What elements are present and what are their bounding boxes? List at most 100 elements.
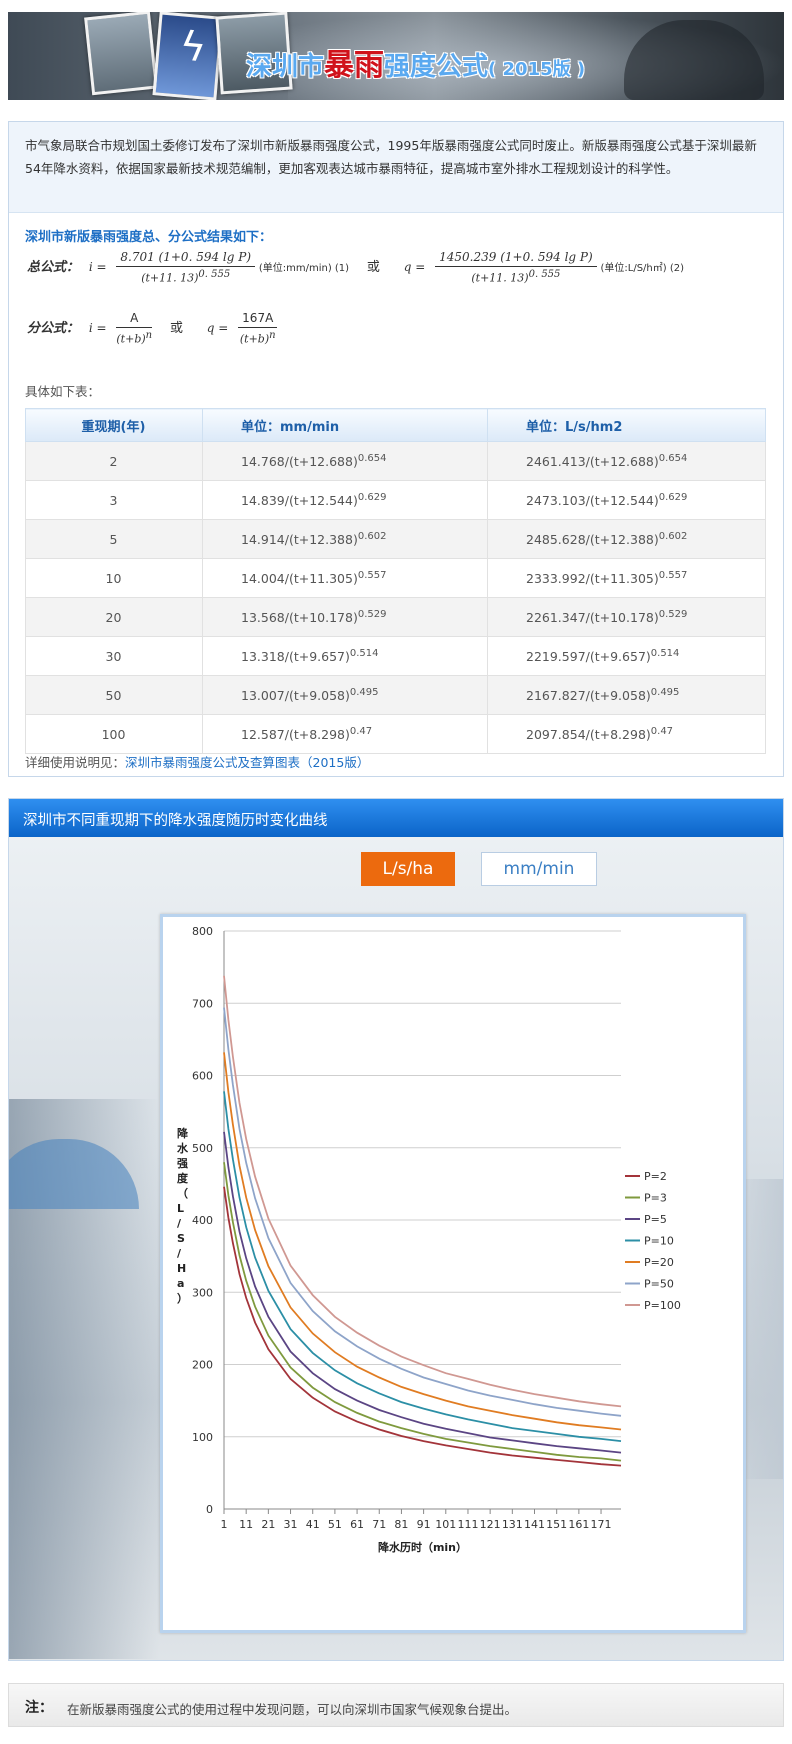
legend-label: P=50 [644,1278,674,1291]
detail-prefix: 详细使用说明见： [25,755,126,770]
cell-period: 2 [25,441,203,481]
x-tick-label: 151 [546,1518,567,1531]
total-or-1: 或 [366,259,380,275]
sub-q-exponent: n [269,330,276,341]
y-tick-label: 0 [206,1503,213,1516]
total-i-den-text: (t+11. 13) [141,271,199,285]
cell-ls-exp: 0.629 [658,491,688,503]
cell-mm-exp: 0.495 [349,686,379,698]
cell-period: 3 [25,480,203,520]
sub-i-fraction: A (t+b)n [116,311,153,346]
intensity-chart: 01002003004005006007008001 11 21 31 41 51 61 71… [177,925,681,1554]
total-q-denominator: (t+11. 13)0. 555 [435,267,597,285]
series-line [223,1162,622,1462]
banner-title-version: ( 2015版 ) [488,59,586,80]
cell-ls: 2219.597/(t+9.657)0.514 [487,636,766,676]
col-header-mm: 单位：mm/min [202,408,488,442]
sub-i-exponent: n [145,330,153,341]
x-tick-label: 171 [591,1518,612,1531]
x-tick-label: 61 [350,1518,364,1531]
total-q-fraction: 1450.239 (1+0. 594 lg P) (t+11. 13)0. 55… [435,250,597,285]
footer-text: 在新版暴雨强度公式的使用过程中发现问题，可以向深圳市国家气候观象台提出。 [67,1702,518,1717]
table-intro: 具体如下表： [25,384,101,399]
cell-mm-exp: 0.602 [357,530,387,542]
cell-period: 5 [25,519,203,559]
table-row: 3 14.839/(t+12.544)0.629 2473.103/(t+12.54… [25,480,766,520]
cell-ls-exp: 0.557 [658,569,688,581]
intro-box: 市气象局联合市规划国土委修订发布了深圳市新版暴雨强度公式，1995年版暴雨强度公… [9,122,783,213]
col-header-ls: 单位：L/s/hm2 [487,408,766,442]
series-line [223,1007,622,1417]
total-formula-label: 总公式： [27,259,80,275]
x-tick-label: 161 [568,1518,589,1531]
formula-table: 重现期(年) 单位：mm/min 单位：L/s/hm2 2 14.768/(t+1… [25,408,766,754]
chart-frame: 0 100 200 300 400 500 600 700 800 1 11 21 31 41 51 61 71… [160,914,746,1633]
sub-q-denominator: (t+b)n [238,328,277,346]
cell-mm: 14.914/(t+12.388)0.602 [202,519,488,559]
x-tick-label: 1 [221,1518,228,1531]
cell-mm-base: 14.914/(t+12.388) [241,532,358,548]
cell-ls-exp: 0.495 [650,686,680,698]
detail-link[interactable]: 深圳市暴雨强度公式及查算图表（2015版） [125,755,369,770]
cell-period: 100 [25,714,203,754]
sub-q-den-text: (t+b) [239,332,270,346]
chart-panel-header: 深圳市不同重现期下的降水强度随历时变化曲线 [9,799,783,837]
cell-ls-exp: 0.47 [650,725,674,737]
table-row: 10 14.004/(t+11.305)0.557 2333.992/(t+11.3… [25,558,766,598]
formula-panel: 市气象局联合市规划国土委修订发布了深圳市新版暴雨强度公式，1995年版暴雨强度公… [8,121,784,777]
cell-period: 10 [25,558,203,598]
banner-title-rainstorm: 暴雨 [324,48,385,83]
cell-ls: 2097.854/(t+8.298)0.47 [487,714,766,754]
table-row: 5 14.914/(t+12.388)0.602 2485.628/(t+12.38… [25,519,766,559]
footer-label: 注： [25,1700,53,1716]
cell-mm: 13.007/(t+9.058)0.495 [202,675,488,715]
x-tick-label: 91 [417,1518,431,1531]
y-tick-label: 100 [192,1431,213,1444]
x-tick-label: 41 [306,1518,320,1531]
total-i-exponent: 0. 555 [198,269,231,280]
sub-formula-label: 分公式： [27,320,80,336]
x-tick-label: 101 [435,1518,456,1531]
cell-ls-base: 2097.854/(t+8.298) [526,727,651,743]
unit-button-mm-min[interactable]: mm/min [481,852,597,886]
total-i-unit: (单位:mm/min) (1) [258,262,350,274]
cell-mm-base: 14.768/(t+12.688) [241,454,358,470]
cell-ls-base: 2167.827/(t+9.058) [526,688,651,704]
cell-ls-exp: 0.529 [658,608,688,620]
y-axis-label: 降水强度（ L / S / Ha） [177,1126,189,1305]
cell-mm-base: 12.587/(t+8.298) [241,727,350,743]
lightning-icon: ϟ [177,23,209,72]
total-i-numerator: 8.701 (1+0. 594 lg P) [116,250,256,267]
x-tick-label: 121 [480,1518,501,1531]
chart-panel-title: 深圳市不同重现期下的降水强度随历时变化曲线 [23,813,328,829]
cell-mm-exp: 0.529 [357,608,387,620]
total-q-numerator: 1450.239 (1+0. 594 lg P) [435,250,597,267]
sub-q-eq: q = [206,320,229,335]
cell-ls-exp: 0.602 [658,530,688,542]
cell-mm: 14.839/(t+12.544)0.629 [202,480,488,520]
cell-period: 50 [25,675,203,715]
cell-mm-exp: 0.654 [357,452,387,464]
cell-mm: 12.587/(t+8.298)0.47 [202,714,488,754]
cell-mm: 13.568/(t+10.178)0.529 [202,597,488,637]
intro-text: 市气象局联合市规划国土委修订发布了深圳市新版暴雨强度公式，1995年版暴雨强度公… [25,138,757,176]
legend-label: P=20 [644,1256,674,1269]
table-header-row: 重现期(年) 单位：mm/min 单位：L/s/hm2 [25,408,766,442]
y-tick-label: 800 [192,925,213,938]
footer-note: 注： 在新版暴雨强度公式的使用过程中发现问题，可以向深圳市国家气候观象台提出。 [8,1683,784,1727]
banner-title: 深圳市暴雨强度公式( 2015版 ) [246,40,585,84]
y-tick-label: 700 [192,997,213,1010]
cell-ls-base: 2333.992/(t+11.305) [526,571,659,587]
banner-photo-flood [84,12,158,96]
table-row: 50 13.007/(t+9.058)0.495 2167.827/(t+9.058… [25,675,766,715]
total-q-unit: (单位:L/S/h㎡) (2) [600,262,684,274]
unit-button-ls-ha[interactable]: L/s/ha [361,852,455,886]
cell-ls: 2461.413/(t+12.688)0.654 [487,441,766,481]
cell-mm-base: 14.839/(t+12.544) [241,493,358,509]
sub-i-eq: i = [88,320,107,335]
y-tick-label: 200 [192,1359,213,1372]
cell-ls: 2333.992/(t+11.305)0.557 [487,558,766,598]
x-tick-label: 21 [261,1518,275,1531]
cell-ls-base: 2473.103/(t+12.544) [526,493,659,509]
sub-i-denominator: (t+b)n [116,328,152,346]
